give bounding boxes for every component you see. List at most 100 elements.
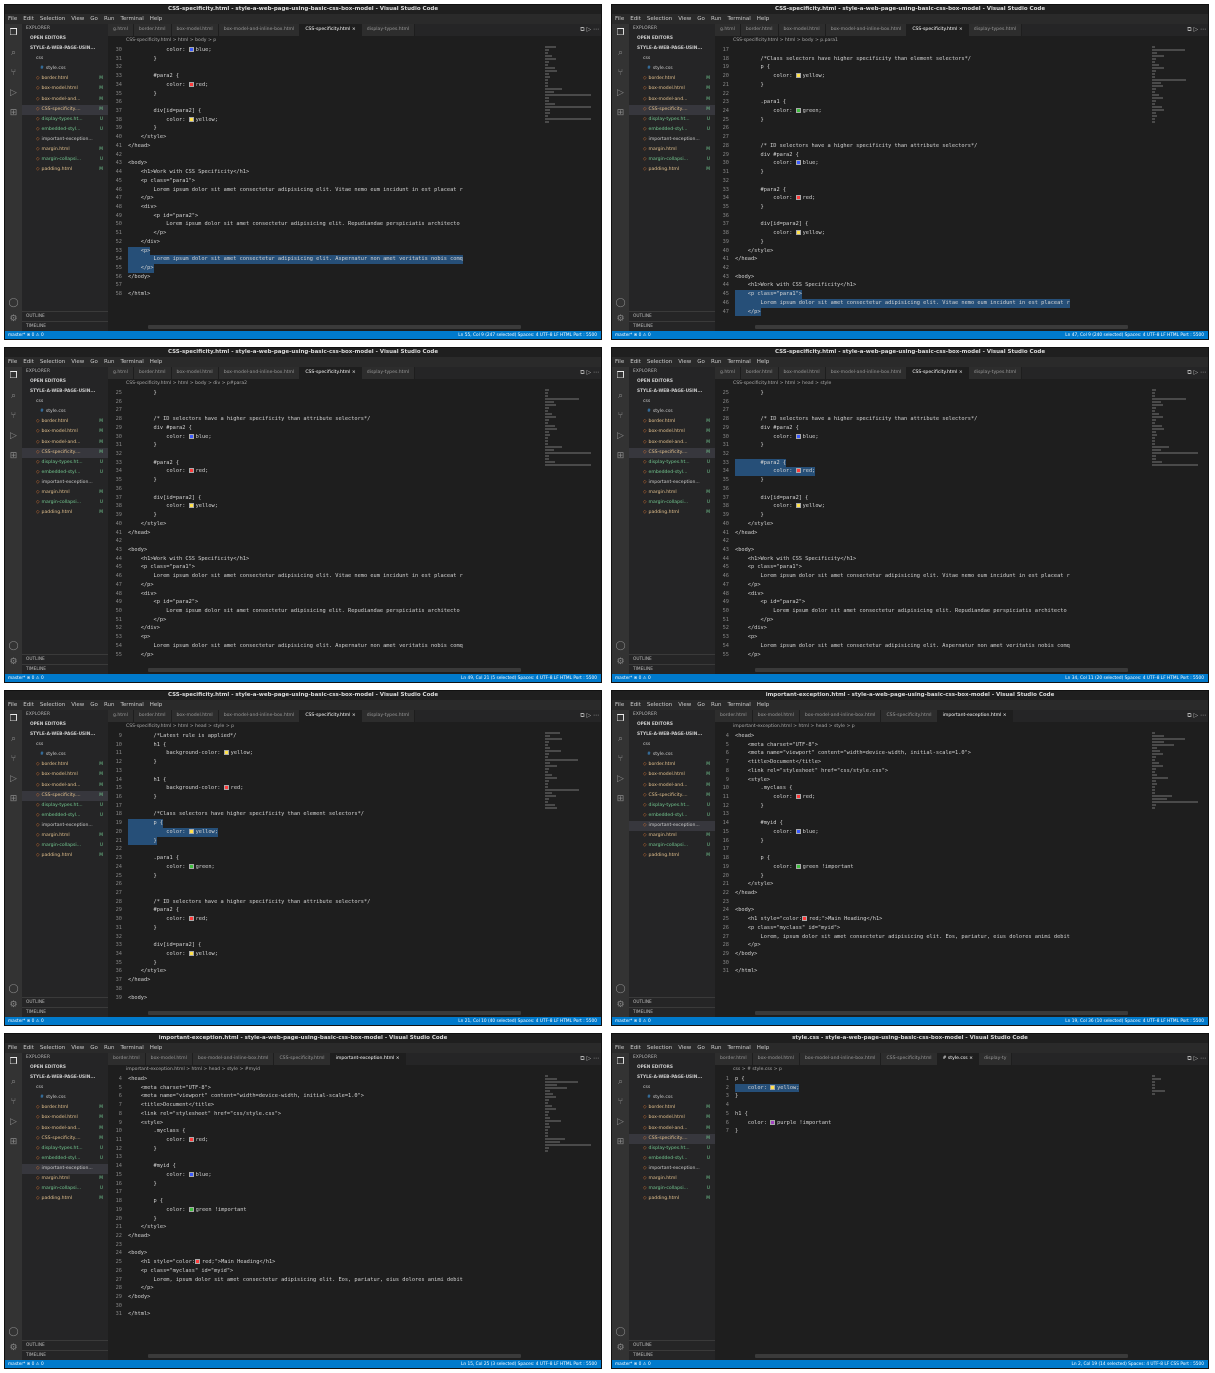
more-actions-icon[interactable]: ⋯ [1200, 369, 1206, 376]
files-icon[interactable]: ❐ [8, 28, 19, 39]
breadcrumb[interactable]: CSS-specificity.html > html > head > sty… [108, 722, 601, 732]
account-icon[interactable]: ◯ [8, 1327, 19, 1338]
editor-actions[interactable]: ⧉ ▷ ⋯ [1185, 367, 1206, 379]
file-item[interactable]: ◇ box-model.html M [629, 770, 715, 780]
run-icon[interactable]: ▷ [1193, 1055, 1198, 1062]
editor-actions[interactable]: ⧉ ▷ ⋯ [578, 24, 599, 36]
menu-item[interactable]: Edit [630, 702, 641, 708]
run-debug-icon[interactable]: ▷ [8, 774, 19, 785]
css-folder[interactable]: css [629, 397, 715, 407]
split-editor-icon[interactable]: ⧉ [580, 369, 584, 376]
horizontal-scrollbar[interactable] [755, 1011, 1128, 1015]
file-item[interactable]: ◇ margin-collapsi... U [629, 498, 715, 508]
file-item[interactable]: ◇ CSS-specificity.... M [22, 447, 108, 458]
editor-tab[interactable]: box-model.html [171, 710, 219, 722]
more-actions-icon[interactable]: ⋯ [593, 1055, 599, 1062]
menu-item[interactable]: Terminal [120, 16, 143, 22]
branch-status[interactable]: master* ⊗ 0 ⚠ 0 [8, 333, 44, 338]
file-item[interactable]: ◇ padding.html M [629, 851, 715, 861]
timeline-section[interactable]: TIMELINE [629, 1350, 715, 1360]
split-editor-icon[interactable]: ⧉ [1187, 369, 1191, 376]
run-debug-icon[interactable]: ▷ [615, 88, 626, 99]
file-item[interactable]: ◇ important-exception... [22, 135, 108, 145]
file-style-css[interactable]: # style.css [22, 1093, 108, 1103]
breadcrumb[interactable]: CSS-specificity.html > html > body > p [108, 36, 601, 46]
horizontal-scrollbar[interactable] [148, 325, 521, 329]
gear-icon[interactable]: ⚙ [8, 657, 19, 668]
file-item[interactable]: ◇ display-types.ht... U [22, 458, 108, 468]
editor-tab[interactable]: border.html [133, 710, 172, 722]
menu-item[interactable]: Go [90, 16, 98, 22]
menu-item[interactable]: Help [757, 16, 770, 22]
editor-tab[interactable]: border.html [715, 1053, 753, 1065]
file-item[interactable]: ◇ display-types.ht... U [629, 115, 715, 125]
css-folder[interactable]: css [629, 740, 715, 750]
search-icon[interactable]: ⌕ [615, 1077, 626, 1088]
outline-section[interactable]: OUTLINE [22, 1340, 108, 1350]
more-actions-icon[interactable]: ⋯ [1200, 26, 1206, 33]
file-item[interactable]: ◇ important-exception... [629, 1164, 715, 1174]
file-item[interactable]: ◇ border.html M [22, 74, 108, 84]
outline-section[interactable]: OUTLINE [22, 654, 108, 664]
menu-item[interactable]: Help [150, 16, 163, 22]
editor-tab[interactable]: display-types.html [361, 24, 416, 36]
branch-status[interactable]: master* ⊗ 0 ⚠ 0 [615, 1019, 651, 1024]
menu-item[interactable]: Run [104, 16, 115, 22]
file-item[interactable]: ◇ important-exception... [22, 478, 108, 488]
file-style-css[interactable]: # style.css [629, 1093, 715, 1103]
editor-tab[interactable]: box-model-and-inline-box.html [825, 24, 908, 36]
cursor-status[interactable]: Ln 49, Col 21 (5 selected) Spaces: 4 UTF… [461, 676, 601, 681]
editor-tab[interactable]: border.html [740, 24, 779, 36]
editor-tab[interactable]: g.html [715, 24, 741, 36]
file-item[interactable]: ◇ important-exception... [629, 135, 715, 145]
menu-item[interactable]: Selection [40, 359, 65, 365]
file-item[interactable]: ◇ margin.html M [629, 145, 715, 155]
file-item[interactable]: ◇ embedded-styl... U [22, 468, 108, 478]
open-editors-section[interactable]: OPEN EDITORS [22, 720, 108, 730]
file-item[interactable]: ◇ margin.html M [22, 488, 108, 498]
files-icon[interactable]: ❐ [615, 28, 626, 39]
editor-tab[interactable]: box-model.html [171, 24, 219, 36]
menu-item[interactable]: Edit [630, 16, 641, 22]
run-icon[interactable]: ▷ [1193, 712, 1198, 719]
run-debug-icon[interactable]: ▷ [615, 774, 626, 785]
minimap[interactable] [1152, 389, 1198, 674]
file-item[interactable]: ◇ border.html M [22, 1103, 108, 1113]
menu-item[interactable]: Go [697, 359, 705, 365]
editor-tab[interactable]: border.html [740, 367, 779, 379]
editor-tab[interactable]: g.html [108, 367, 134, 379]
minimap[interactable] [545, 732, 591, 1017]
file-item[interactable]: ◇ box-model-and... M [629, 438, 715, 448]
menu-item[interactable]: File [8, 1045, 17, 1051]
account-icon[interactable]: ◯ [8, 641, 19, 652]
outline-section[interactable]: OUTLINE [629, 1340, 715, 1350]
menu-item[interactable]: Edit [23, 16, 34, 22]
editor-tab[interactable]: display-types.html [361, 367, 416, 379]
editor-tab[interactable]: g.html [715, 367, 741, 379]
menu-item[interactable]: File [8, 702, 17, 708]
timeline-section[interactable]: TIMELINE [629, 664, 715, 674]
file-item[interactable]: ◇ box-model-and... M [22, 1124, 108, 1134]
project-folder[interactable]: STYLE-A-WEB-PAGE-USIN... [22, 44, 108, 54]
search-icon[interactable]: ⌕ [8, 1077, 19, 1088]
split-editor-icon[interactable]: ⧉ [1187, 26, 1191, 33]
editor-tab[interactable]: g.html [108, 24, 134, 36]
file-item[interactable]: ◇ embedded-styl... U [629, 468, 715, 478]
branch-status[interactable]: master* ⊗ 0 ⚠ 0 [8, 1362, 44, 1367]
code-editor[interactable]: 25 } 26 27 28 /* ID selectors have a higher… [108, 389, 543, 674]
css-folder[interactable]: css [22, 740, 108, 750]
file-item[interactable]: ◇ box-model.html M [629, 427, 715, 437]
files-icon[interactable]: ❐ [8, 714, 19, 725]
editor-tab[interactable]: CSS-specificity.html × [907, 24, 969, 36]
file-item[interactable]: ◇ padding.html M [629, 1194, 715, 1204]
file-item[interactable]: ◇ embedded-styl... U [22, 125, 108, 135]
file-item[interactable]: ◇ box-model.html M [22, 427, 108, 437]
breadcrumb[interactable]: CSS-specificity.html > html > head > sty… [715, 379, 1208, 389]
cursor-status[interactable]: Ln 15, Col 25 (3 selected) Spaces: 4 UTF… [461, 1362, 601, 1367]
file-item[interactable]: ◇ embedded-styl... U [22, 811, 108, 821]
open-editors-section[interactable]: OPEN EDITORS [629, 34, 715, 44]
open-editors-section[interactable]: OPEN EDITORS [22, 34, 108, 44]
file-item[interactable]: ◇ display-types.ht... U [22, 1144, 108, 1154]
file-item[interactable]: ◇ important-exception... [22, 821, 108, 831]
more-actions-icon[interactable]: ⋯ [1200, 712, 1206, 719]
